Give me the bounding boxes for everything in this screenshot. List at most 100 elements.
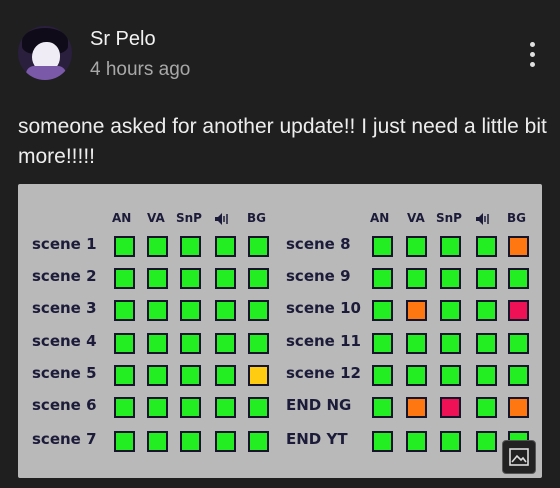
row-label: scene 9	[286, 267, 351, 285]
status-cell	[114, 397, 135, 418]
status-cell	[147, 431, 168, 452]
status-cell	[372, 300, 393, 321]
column-header: SnP	[176, 211, 202, 225]
post-timestamp: 4 hours ago	[90, 59, 191, 80]
status-cell	[248, 236, 269, 257]
status-cell	[406, 236, 427, 257]
row-label: scene 6	[32, 396, 97, 414]
status-cell	[372, 431, 393, 452]
row-label: scene 12	[286, 364, 361, 382]
status-cell	[248, 333, 269, 354]
status-cell	[406, 397, 427, 418]
row-label: scene 4	[32, 332, 97, 350]
row-label: scene 3	[32, 299, 97, 317]
status-cell	[215, 236, 236, 257]
row-label: scene 1	[32, 235, 97, 253]
status-cell	[180, 333, 201, 354]
status-cell	[180, 236, 201, 257]
row-label: scene 10	[286, 299, 361, 317]
status-cell	[440, 333, 461, 354]
row-label: END YT	[286, 430, 348, 448]
status-cell	[406, 268, 427, 289]
status-cell	[440, 300, 461, 321]
column-header: VA	[407, 211, 425, 225]
status-cell	[508, 397, 529, 418]
status-cell	[248, 365, 269, 386]
status-cell	[147, 333, 168, 354]
status-cell	[406, 333, 427, 354]
status-cell	[508, 268, 529, 289]
status-cell	[114, 236, 135, 257]
post-image[interactable]: AN VA SnP BG scene 1 scene 2 scene 3 scene 4 sce…	[18, 184, 542, 478]
status-cell	[406, 365, 427, 386]
status-cell	[248, 431, 269, 452]
status-cell	[440, 431, 461, 452]
status-cell	[215, 268, 236, 289]
status-cell	[215, 431, 236, 452]
column-header: AN	[112, 211, 132, 225]
status-cell	[508, 300, 529, 321]
status-cell	[147, 365, 168, 386]
avatar[interactable]	[18, 26, 72, 80]
status-cell	[476, 236, 497, 257]
avatar-scarf	[26, 66, 66, 80]
status-cell	[248, 300, 269, 321]
row-label: scene 8	[286, 235, 351, 253]
status-cell	[372, 333, 393, 354]
status-cell	[215, 300, 236, 321]
column-header: AN	[370, 211, 390, 225]
image-icon	[509, 448, 529, 466]
status-cell	[180, 365, 201, 386]
column-header: VA	[147, 211, 165, 225]
status-cell	[440, 365, 461, 386]
status-cell	[147, 300, 168, 321]
status-cell	[476, 333, 497, 354]
status-cell	[476, 268, 497, 289]
status-cell	[114, 300, 135, 321]
status-cell	[406, 300, 427, 321]
status-cell	[180, 268, 201, 289]
status-cell	[476, 300, 497, 321]
status-cell	[440, 236, 461, 257]
status-cell	[372, 365, 393, 386]
status-cell	[147, 236, 168, 257]
image-expand-button[interactable]	[502, 440, 536, 474]
status-cell	[508, 333, 529, 354]
column-header: SnP	[436, 211, 462, 225]
status-cell	[147, 397, 168, 418]
post-text: someone asked for another update!! I jus…	[18, 115, 547, 168]
status-cell	[406, 431, 427, 452]
status-cell	[180, 300, 201, 321]
speaker-icon	[476, 212, 490, 225]
row-label: scene 2	[32, 267, 97, 285]
row-label: END NG	[286, 396, 352, 414]
author-name[interactable]: Sr Pelo	[90, 28, 156, 51]
status-cell	[476, 365, 497, 386]
status-cell	[248, 268, 269, 289]
status-cell	[440, 268, 461, 289]
row-label: scene 5	[32, 364, 97, 382]
status-cell	[215, 397, 236, 418]
status-cell	[180, 431, 201, 452]
column-header: BG	[247, 211, 266, 225]
status-cell	[147, 268, 168, 289]
speaker-icon	[215, 212, 229, 225]
status-cell	[372, 397, 393, 418]
status-cell	[215, 365, 236, 386]
more-options-icon[interactable]	[527, 40, 537, 70]
column-header: BG	[507, 211, 526, 225]
status-cell	[114, 333, 135, 354]
status-cell	[372, 236, 393, 257]
row-label: scene 11	[286, 332, 361, 350]
status-cell	[476, 431, 497, 452]
status-cell	[476, 397, 497, 418]
status-cell	[508, 236, 529, 257]
status-cell	[508, 365, 529, 386]
status-cell	[215, 333, 236, 354]
status-cell	[248, 397, 269, 418]
status-cell	[114, 268, 135, 289]
status-cell	[114, 365, 135, 386]
status-cell	[440, 397, 461, 418]
status-cell	[372, 268, 393, 289]
status-cell	[180, 397, 201, 418]
